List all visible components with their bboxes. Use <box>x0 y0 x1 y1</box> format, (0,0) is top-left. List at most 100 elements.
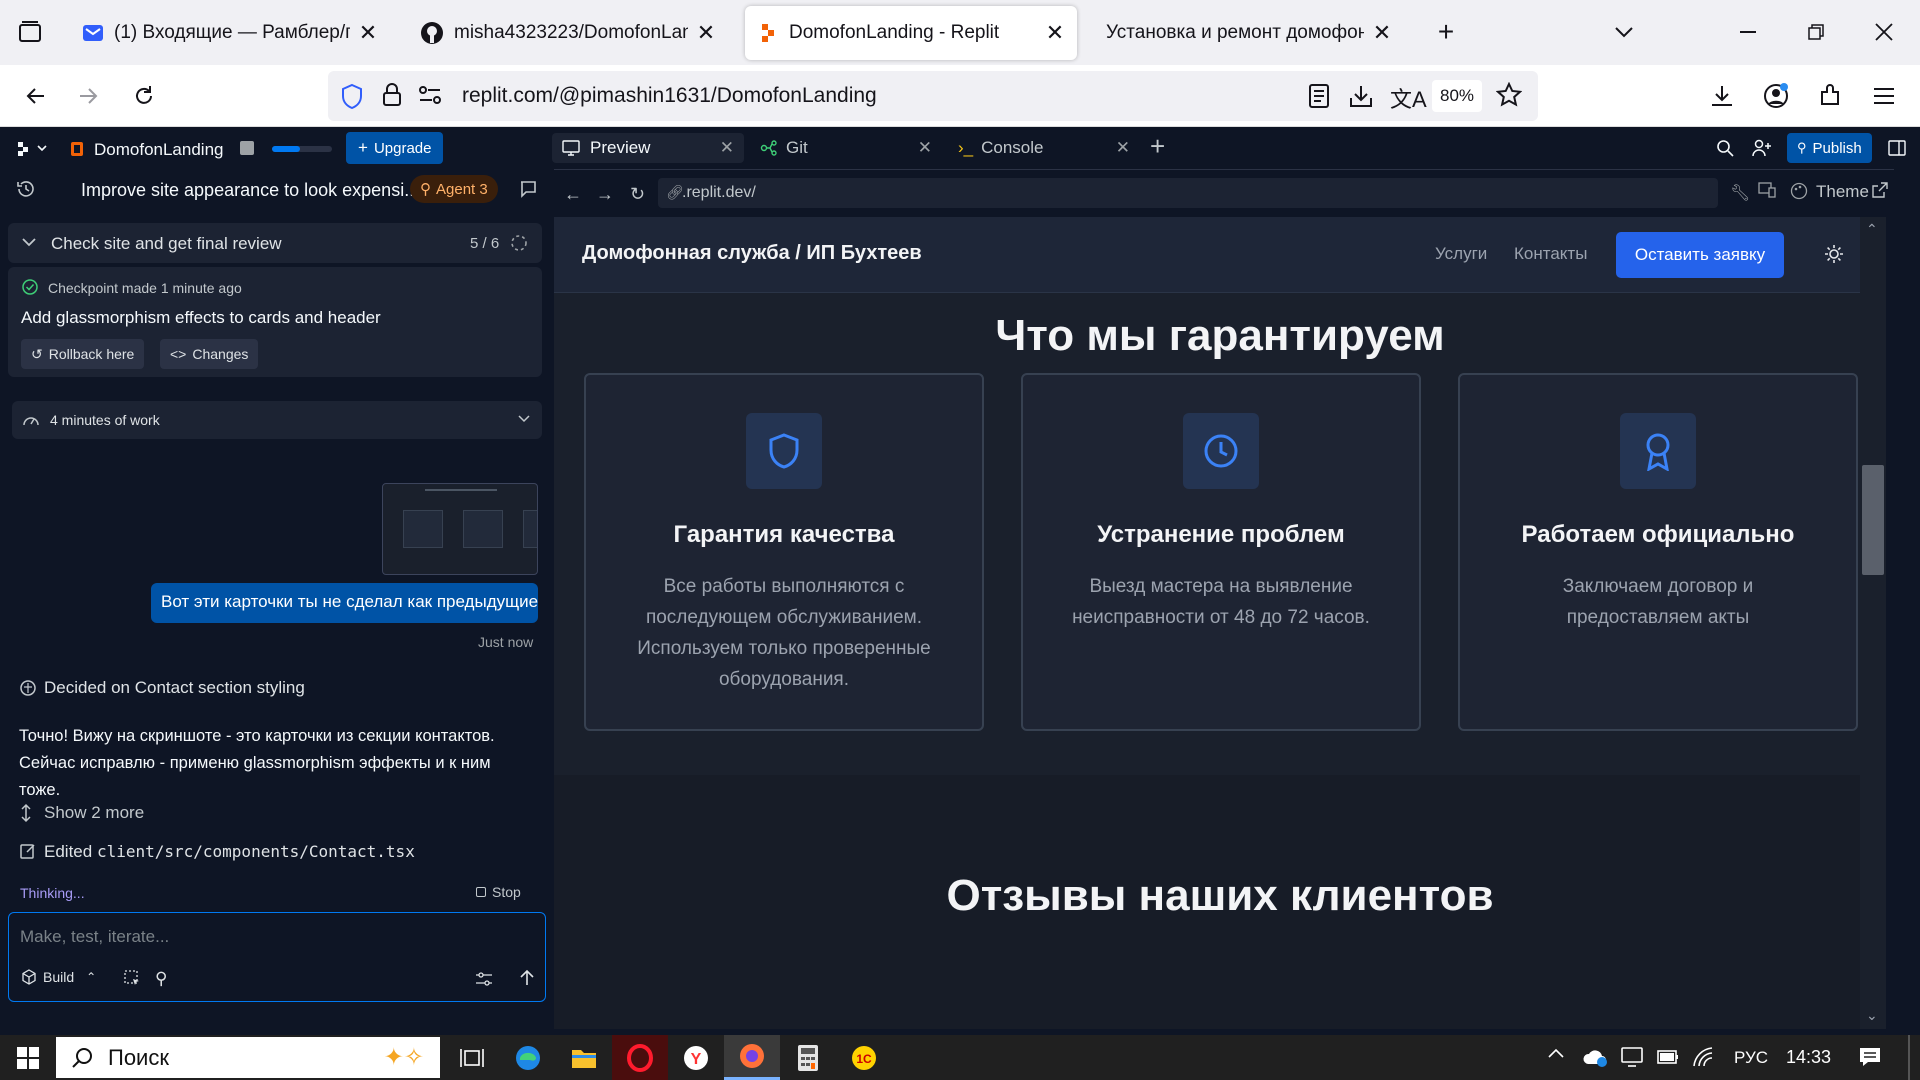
task-view-icon[interactable] <box>444 1035 500 1080</box>
reload-icon[interactable] <box>126 78 162 114</box>
tab-overview-icon[interactable] <box>12 14 48 50</box>
url-bar[interactable]: replit.com/@pimashin1631/DomofonLanding … <box>328 71 1538 121</box>
browser-tab-site[interactable]: Установка и ремонт домофонов в ✕ <box>1082 6 1404 60</box>
open-new-window-icon[interactable] <box>1872 182 1888 198</box>
history-icon[interactable] <box>16 179 36 199</box>
windows-start-icon[interactable] <box>0 1035 56 1080</box>
chevron-down-icon[interactable] <box>1606 14 1642 50</box>
project-name[interactable]: DomofonLanding <box>94 140 223 160</box>
tab-preview[interactable]: Preview ✕ <box>552 133 744 163</box>
battery-icon[interactable] <box>1656 1047 1680 1067</box>
save-page-icon[interactable] <box>1348 83 1374 109</box>
preview-back-icon[interactable]: ← <box>564 184 582 205</box>
nav-link-services[interactable]: Услуги <box>1435 244 1487 264</box>
attached-screenshot-thumbnail[interactable] <box>382 483 538 575</box>
wifi-icon[interactable] <box>1692 1046 1716 1068</box>
theme-button[interactable]: Theme <box>1816 182 1869 202</box>
scroll-up-icon[interactable]: ⌃ <box>1866 221 1878 238</box>
back-icon[interactable] <box>18 78 54 114</box>
input-language[interactable]: РУС <box>1734 1048 1768 1068</box>
preview-scrollbar[interactable]: ⌃ ⌄ <box>1860 217 1886 1029</box>
chevron-up-icon[interactable] <box>1548 1047 1564 1059</box>
1c-icon[interactable]: 1C <box>836 1035 892 1080</box>
scrollbar-thumb[interactable] <box>1862 465 1884 575</box>
close-icon[interactable]: ✕ <box>1116 138 1130 158</box>
yandex-browser-icon[interactable]: Y <box>668 1035 724 1080</box>
scroll-down-icon[interactable]: ⌄ <box>1866 1007 1878 1024</box>
translate-icon[interactable]: 文A <box>1390 82 1427 114</box>
site-brand[interactable]: Домофонная служба / ИП Бухтеев <box>582 242 922 265</box>
agent-input-box[interactable]: Make, test, iterate... Build ⌃ ⚲ <box>8 912 546 1002</box>
lock-icon[interactable] <box>382 83 402 107</box>
publish-button[interactable]: ⚲ Publish <box>1787 133 1872 163</box>
reader-view-icon[interactable] <box>1308 83 1330 109</box>
zoom-level[interactable]: 80% <box>1432 80 1482 112</box>
rollback-button[interactable]: ↺ Rollback here <box>21 339 145 369</box>
devices-icon[interactable] <box>1758 182 1776 198</box>
sun-icon[interactable] <box>1824 244 1844 264</box>
close-icon[interactable]: ✕ <box>1045 20 1065 45</box>
tab-console[interactable]: ›_ Console ✕ <box>948 133 1140 163</box>
search-icon[interactable] <box>1716 139 1734 157</box>
close-window-icon[interactable] <box>1866 14 1902 50</box>
device-icon[interactable] <box>1620 1046 1644 1068</box>
close-icon[interactable]: ✕ <box>720 138 734 158</box>
tab-git[interactable]: Git ✕ <box>750 133 942 163</box>
cloud-sync-icon[interactable] <box>1582 1046 1608 1068</box>
nav-link-contacts[interactable]: Контакты <box>1514 244 1587 264</box>
url-text[interactable]: replit.com/@pimashin1631/DomofonLanding <box>462 84 877 108</box>
extensions-icon[interactable] <box>1812 78 1848 114</box>
preview-forward-icon[interactable]: → <box>596 184 614 205</box>
new-chat-icon[interactable] <box>518 179 538 199</box>
account-icon[interactable] <box>1758 78 1794 114</box>
forward-icon[interactable] <box>70 78 106 114</box>
preview-url[interactable]: .replit.dev/ <box>682 184 756 202</box>
cta-button[interactable]: Оставить заявку <box>1616 232 1784 278</box>
bookmark-star-icon[interactable] <box>1496 82 1522 108</box>
minimize-icon[interactable] <box>1730 14 1766 50</box>
file-explorer-icon[interactable] <box>556 1035 612 1080</box>
build-mode-button[interactable]: Build ⌃ <box>21 969 96 985</box>
show-more-button[interactable]: Show 2 more <box>44 803 144 823</box>
select-element-icon[interactable] <box>123 969 141 987</box>
replit-menu-icon[interactable] <box>18 142 50 156</box>
shield-icon[interactable] <box>340 83 364 109</box>
add-tab-icon[interactable]: + <box>1150 131 1165 162</box>
send-arrow-icon[interactable] <box>519 969 535 987</box>
edited-file[interactable]: client/src/components/Contact.tsx <box>97 842 415 861</box>
invite-user-icon[interactable] <box>1752 139 1772 157</box>
browser-tab-mail[interactable]: (1) Входящие — Рамблер/почт ✕ <box>70 6 390 60</box>
palette-icon[interactable] <box>1790 182 1808 200</box>
browser-tab-replit[interactable]: DomofonLanding - Replit ✕ <box>745 6 1077 60</box>
firefox-icon[interactable] <box>724 1035 780 1080</box>
devtools-icon[interactable]: 🔧︎ <box>1730 183 1750 203</box>
close-icon[interactable]: ✕ <box>358 20 378 45</box>
clock[interactable]: 14:33 <box>1786 1047 1831 1068</box>
close-icon[interactable]: ✕ <box>696 20 716 45</box>
show-desktop[interactable] <box>1908 1035 1910 1080</box>
stop-square-icon[interactable] <box>240 141 254 155</box>
close-icon[interactable]: ✕ <box>1372 20 1392 45</box>
downloads-icon[interactable] <box>1704 78 1740 114</box>
layout-toggle-icon[interactable] <box>1888 139 1906 157</box>
preview-reload-icon[interactable]: ↻ <box>630 184 645 205</box>
work-time-row[interactable]: 4 minutes of work <box>12 401 542 439</box>
upgrade-button[interactable]: + Upgrade <box>346 132 444 164</box>
agent-input[interactable]: Make, test, iterate... <box>20 927 169 947</box>
edge-icon[interactable] <box>500 1035 556 1080</box>
settings-sliders-icon[interactable] <box>475 971 493 987</box>
calculator-icon[interactable] <box>780 1035 836 1080</box>
taskbar-search-box[interactable]: Поиск ✦✧ <box>56 1037 440 1078</box>
close-icon[interactable]: ✕ <box>918 138 932 158</box>
permissions-icon[interactable] <box>418 85 442 105</box>
changes-button[interactable]: <> Changes <box>160 339 259 369</box>
browser-tab-github[interactable]: misha4323223/DomofonLandin ✕ <box>408 6 728 60</box>
step-header[interactable]: Check site and get final review 5 / 6 <box>8 223 542 263</box>
restore-icon[interactable] <box>1798 14 1834 50</box>
new-tab-icon[interactable]: + <box>1428 14 1464 50</box>
menu-icon[interactable] <box>1866 78 1902 114</box>
notifications-icon[interactable] <box>1858 1046 1882 1068</box>
preview-url-bar[interactable]: 🔗︎ .replit.dev/ <box>658 178 1718 208</box>
attach-icon[interactable]: ⚲ <box>155 969 167 989</box>
stop-button[interactable]: Stop <box>476 884 521 900</box>
